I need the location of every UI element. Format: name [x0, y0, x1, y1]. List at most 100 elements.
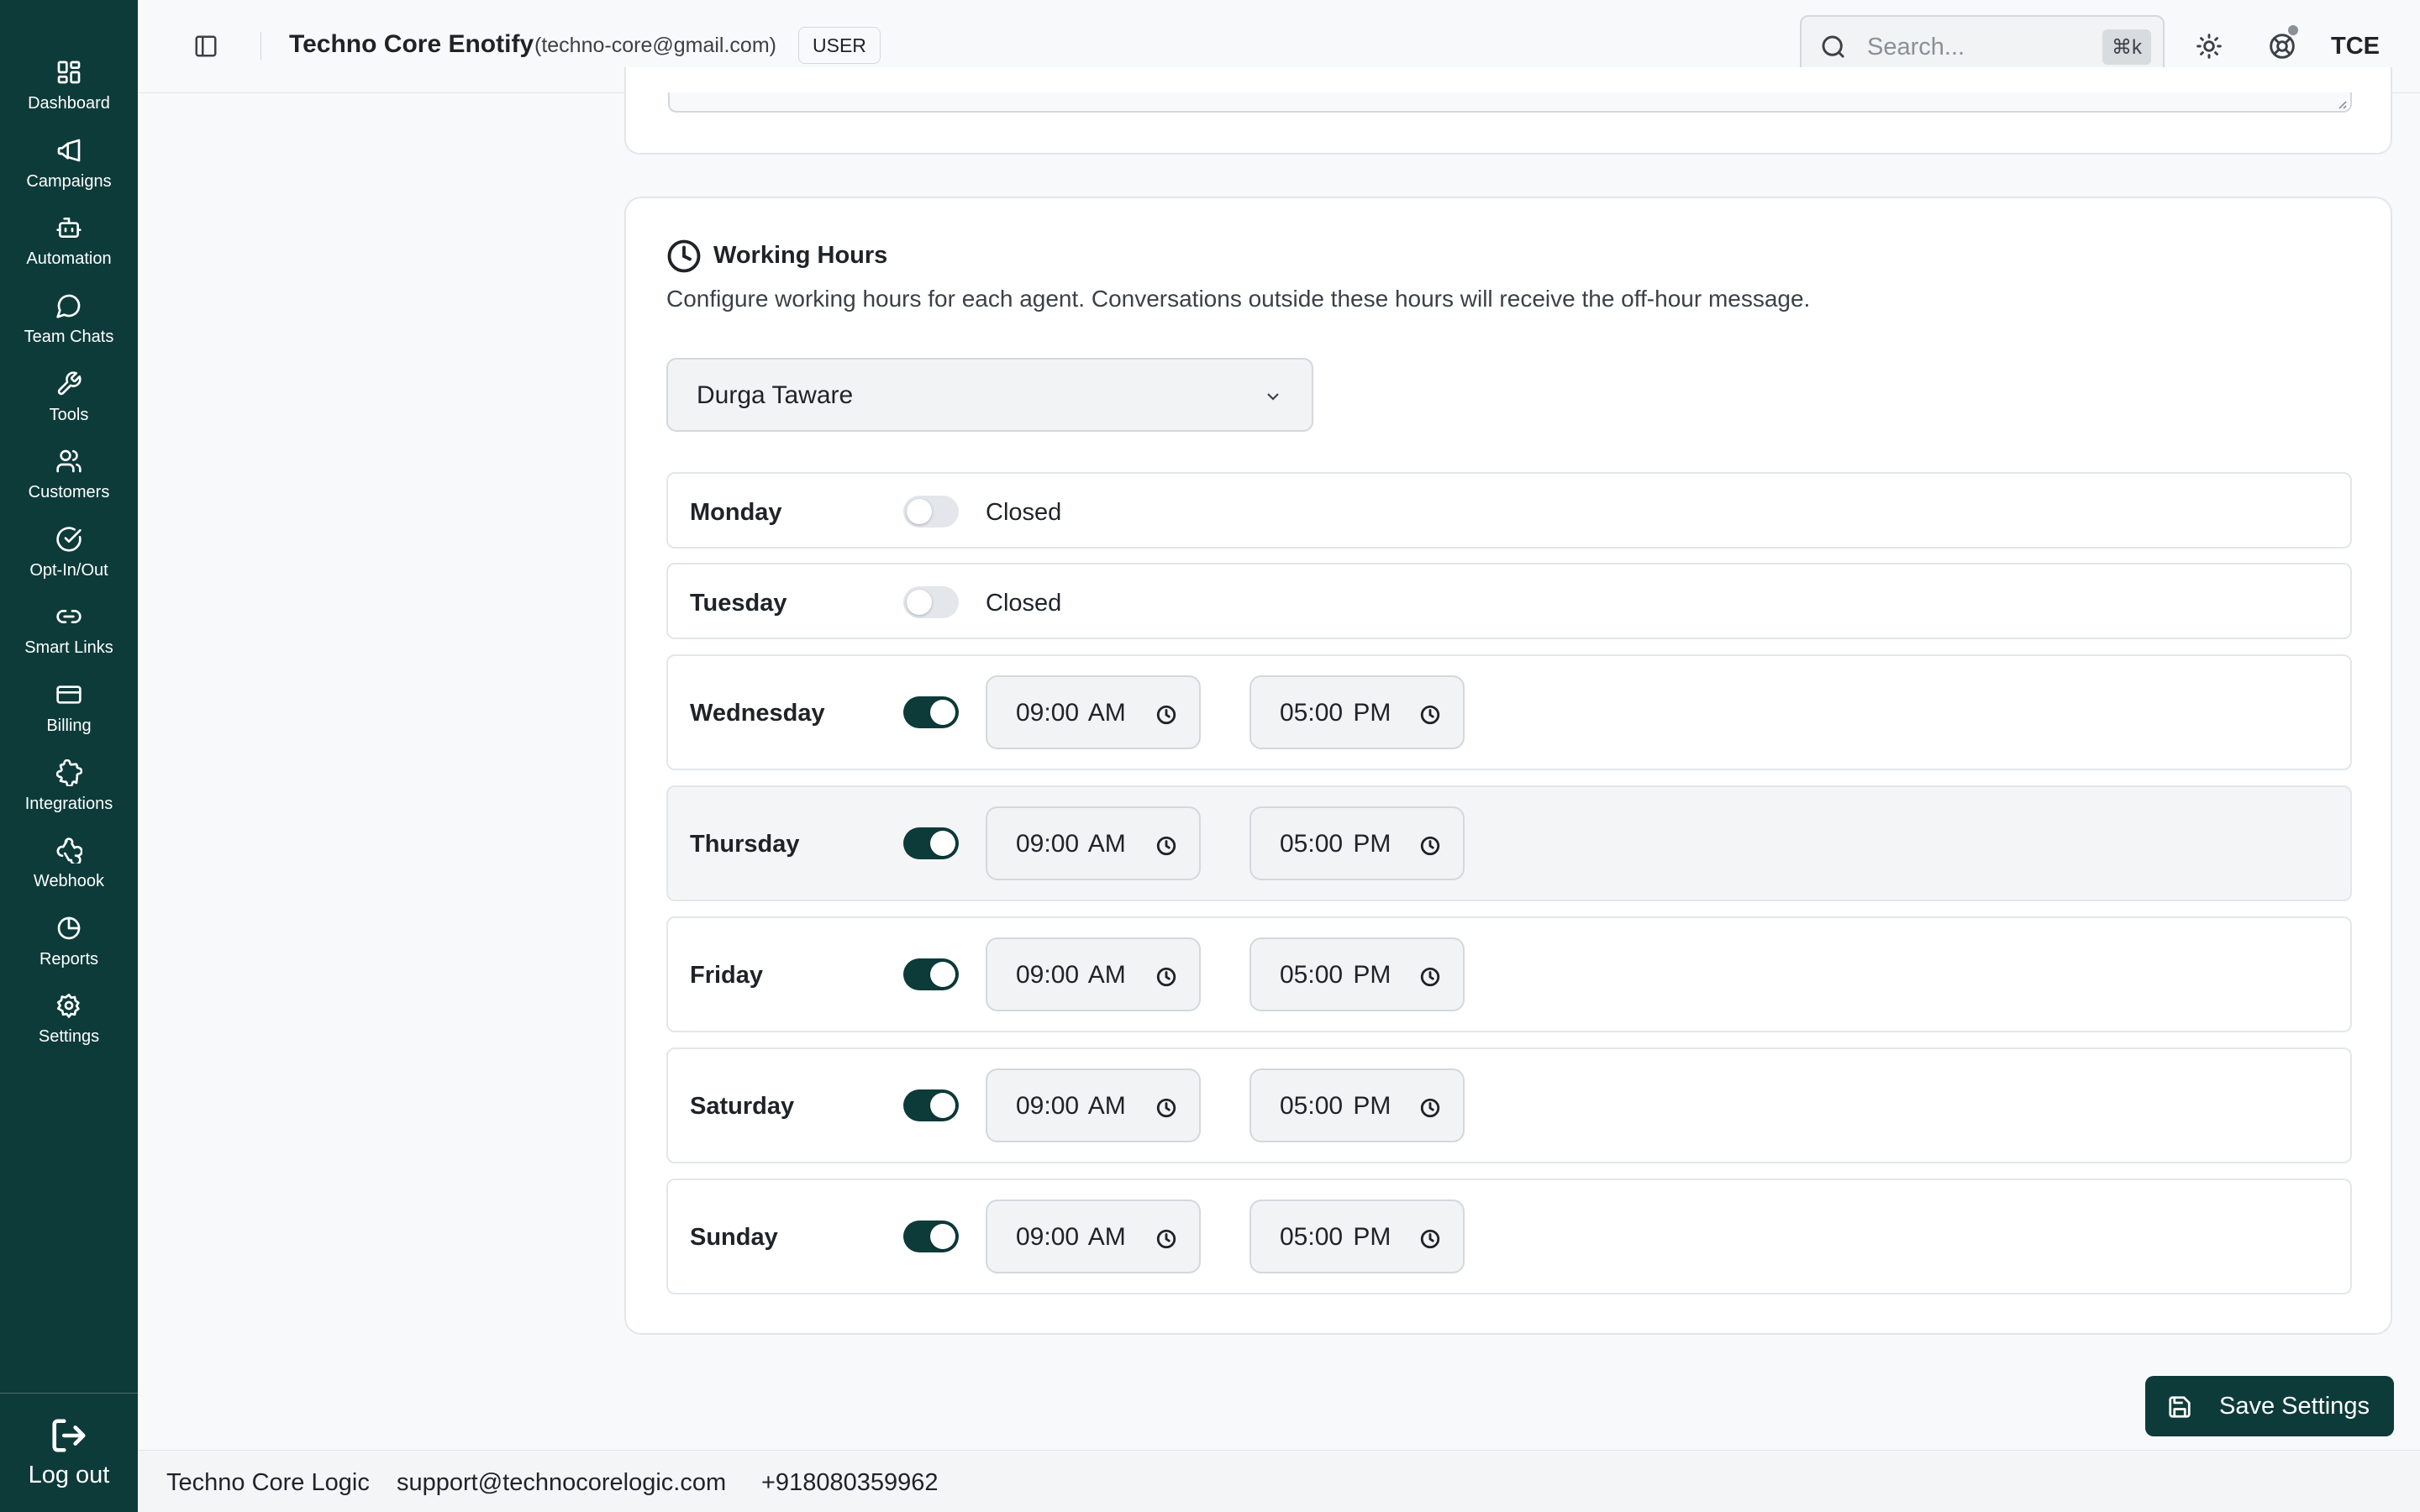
day-name: Thursday [690, 831, 800, 858]
log-out-icon [52, 1419, 86, 1452]
sidebar-item-settings[interactable]: Settings [0, 985, 138, 1053]
end-time-input[interactable]: 05:00 PM [1249, 937, 1465, 1011]
day-toggle[interactable] [903, 827, 959, 859]
day-name: Friday [690, 962, 764, 989]
webhook-icon [56, 837, 82, 864]
clock-icon [1419, 835, 1441, 857]
clock-icon [666, 239, 702, 274]
puzzle-icon [55, 759, 82, 786]
support-button[interactable] [2265, 25, 2300, 64]
header-divider [260, 32, 261, 60]
agent-select[interactable]: Durga Taware [666, 358, 1313, 432]
sidebar: Dashboard Campaigns Automation Team Chat… [0, 0, 138, 1512]
day-toggle[interactable] [903, 1221, 959, 1252]
sun-icon [2196, 34, 2222, 59]
day-name: Tuesday [690, 590, 787, 617]
sidebar-item-dashboard[interactable]: Dashboard [0, 52, 138, 119]
clock-icon [1419, 704, 1441, 726]
layout-grid-icon [57, 60, 81, 83]
sidebar-item-customers[interactable]: Customers [0, 441, 138, 508]
search-input[interactable] [1867, 29, 2060, 66]
day-toggle[interactable] [903, 696, 959, 728]
agent-select-value: Durga Taware [697, 381, 854, 409]
logout-button[interactable]: Log out [0, 1393, 138, 1512]
section-description: Configure working hours for each agent. … [666, 286, 1811, 312]
sidebar-item-label: Opt-In/Out [29, 560, 108, 580]
panel-left-icon [195, 35, 217, 57]
sidebar-item-label: Billing [46, 716, 92, 735]
day-name: Monday [690, 499, 782, 526]
sidebar-item-label: Smart Links [24, 638, 113, 657]
sidebar-item-label: Team Chats [24, 327, 114, 346]
sidebar-item-tools[interactable]: Tools [0, 364, 138, 431]
day-name: Sunday [690, 1224, 778, 1251]
sidebar-item-label: Reports [39, 949, 99, 969]
end-time-input[interactable]: 05:00 PM [1249, 675, 1465, 749]
start-time-input[interactable]: 09:00 AM [986, 806, 1201, 880]
end-time-value: 05:00 PM [1280, 1092, 1392, 1120]
sidebar-item-label: Settings [38, 1026, 100, 1046]
sidebar-item-team-chats[interactable]: Team Chats [0, 286, 138, 353]
clock-icon [1155, 966, 1177, 988]
clock-icon [1155, 835, 1177, 857]
start-time-input[interactable]: 09:00 AM [986, 937, 1201, 1011]
start-time-value: 09:00 AM [1016, 961, 1126, 989]
bot-icon [56, 217, 82, 238]
day-name: Wednesday [690, 700, 825, 727]
day-toggle[interactable] [903, 586, 959, 618]
day-name: Saturday [690, 1093, 795, 1120]
end-time-input[interactable]: 05:00 PM [1249, 1200, 1465, 1273]
start-time-value: 09:00 AM [1016, 1092, 1126, 1120]
clock-icon [1155, 704, 1177, 726]
save-settings-button[interactable]: Save Settings [2145, 1376, 2394, 1436]
sidebar-item-label: Automation [26, 249, 112, 268]
pie-chart-icon [57, 916, 81, 939]
workspace-email: (techno-core@gmail.com) [534, 34, 776, 57]
save-icon [2169, 1396, 2191, 1418]
day-row-sunday: Sunday 09:00 AM to 05:00 PM [666, 1179, 2352, 1294]
sidebar-item-integrations[interactable]: Integrations [0, 753, 138, 820]
day-row-friday: Friday 09:00 AM to 05:00 PM [666, 916, 2352, 1032]
day-toggle[interactable] [903, 958, 959, 990]
sidebar-item-label: Customers [28, 482, 110, 501]
notification-dot [2288, 25, 2298, 35]
sidebar-item-billing[interactable]: Billing [0, 675, 138, 742]
message-textarea[interactable] [668, 92, 2352, 113]
sidebar-item-campaigns[interactable]: Campaigns [0, 130, 138, 197]
start-time-input[interactable]: 09:00 AM [986, 1200, 1201, 1273]
save-settings-label: Save Settings [2219, 1393, 2370, 1420]
footer-company: Techno Core Logic [166, 1469, 370, 1496]
search-icon [1822, 35, 1845, 59]
footer: Techno Core Logic support@technocorelogi… [138, 1450, 2420, 1512]
day-toggle[interactable] [903, 496, 959, 528]
day-row-monday: Monday Closed [666, 472, 2352, 549]
search-shortcut-badge: ⌘k [2102, 29, 2151, 65]
logout-label: Log out [28, 1462, 110, 1488]
sidebar-toggle-button[interactable] [188, 29, 224, 64]
start-time-value: 09:00 AM [1016, 830, 1126, 858]
day-row-tuesday: Tuesday Closed [666, 563, 2352, 639]
day-toggle[interactable] [903, 1089, 959, 1121]
end-time-value: 05:00 PM [1280, 961, 1392, 989]
sidebar-item-automation[interactable]: Automation [0, 207, 138, 275]
sidebar-item-label: Campaigns [26, 171, 112, 191]
start-time-input[interactable]: 09:00 AM [986, 1068, 1201, 1142]
sidebar-item-opt-in-out[interactable]: Opt-In/Out [0, 519, 138, 586]
sidebar-item-label: Integrations [24, 794, 113, 813]
role-badge: USER [798, 27, 881, 64]
footer-phone[interactable]: +918080359962 [761, 1469, 938, 1497]
footer-email[interactable]: support@technocorelogic.com [397, 1469, 726, 1497]
end-time-input[interactable]: 05:00 PM [1249, 1068, 1465, 1142]
resize-grip-icon[interactable] [2335, 97, 2347, 109]
sidebar-item-smart-links[interactable]: Smart Links [0, 596, 138, 664]
theme-toggle-button[interactable] [2191, 29, 2227, 64]
message-circle-icon [56, 294, 81, 318]
end-time-input[interactable]: 05:00 PM [1249, 806, 1465, 880]
sidebar-item-reports[interactable]: Reports [0, 908, 138, 975]
clock-icon [1419, 1097, 1441, 1119]
sidebar-item-webhook[interactable]: Webhook [0, 830, 138, 897]
start-time-input[interactable]: 09:00 AM [986, 675, 1201, 749]
sidebar-item-label: Tools [49, 405, 89, 424]
end-time-value: 05:00 PM [1280, 830, 1392, 858]
end-time-value: 05:00 PM [1280, 699, 1392, 727]
